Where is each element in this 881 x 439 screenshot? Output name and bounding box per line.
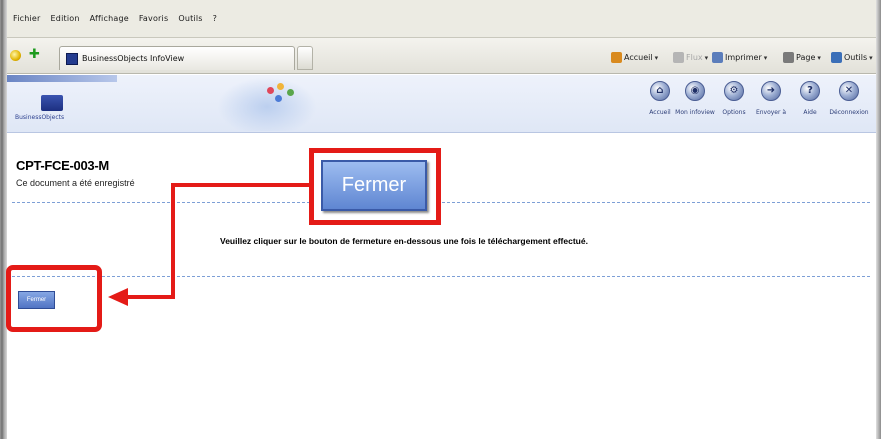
tab-title: BusinessObjects InfoView xyxy=(82,54,185,63)
home-icon: ⌂ xyxy=(650,81,670,101)
add-favorite-icon[interactable]: ✚ xyxy=(29,48,41,61)
browser-toolbar: ✚ BusinessObjects InfoView Accueil ▾ Flu… xyxy=(7,38,876,74)
print-command[interactable]: Imprimer ▾ xyxy=(712,52,767,63)
help-icon: ? xyxy=(800,81,820,101)
options-icon: ⚙ xyxy=(724,81,744,101)
header-my-infoview-button[interactable]: ◉ Mon infoview xyxy=(675,81,715,129)
menu-edition[interactable]: Edition xyxy=(51,14,80,23)
feeds-icon xyxy=(673,52,684,63)
home-command-label: Accueil xyxy=(624,53,653,62)
businessobjects-logo-text: BusinessObjects xyxy=(15,114,65,121)
print-icon xyxy=(712,52,723,63)
infoview-header: BusinessObjects ⌂ Accueil ◉ Mon infoview… xyxy=(7,75,876,133)
menu-outils[interactable]: Outils xyxy=(178,14,202,23)
window-right-border xyxy=(876,0,881,439)
header-home-button[interactable]: ⌂ Accueil xyxy=(640,81,680,129)
favorites-star-icon[interactable] xyxy=(10,50,21,61)
tools-icon xyxy=(831,52,842,63)
tools-command[interactable]: Outils ▾ xyxy=(831,52,873,63)
chevron-down-icon: ▾ xyxy=(763,53,768,62)
businessobjects-logo[interactable] xyxy=(41,95,63,111)
feeds-command-label: Flux xyxy=(686,53,703,62)
chevron-down-icon: ▾ xyxy=(654,53,659,62)
close-instruction-text: Veuillez cliquer sur le bouton de fermet… xyxy=(220,236,588,246)
tools-command-label: Outils xyxy=(844,53,868,62)
new-tab-button[interactable] xyxy=(297,46,313,70)
home-icon xyxy=(611,52,622,63)
header-send-to-button[interactable]: ➜ Envoyer à xyxy=(751,81,791,129)
home-command[interactable]: Accueil ▾ xyxy=(611,52,658,63)
globe-dots-decoration xyxy=(265,83,299,107)
header-accent-strip xyxy=(7,75,117,82)
chevron-down-icon: ▾ xyxy=(817,53,821,62)
businessobjects-favicon-icon xyxy=(66,52,78,65)
page-icon xyxy=(783,52,794,63)
divider-bottom xyxy=(12,276,870,277)
page-command-label: Page xyxy=(796,53,816,62)
chevron-down-icon: ▾ xyxy=(869,53,873,62)
header-send-to-label: Envoyer à xyxy=(755,109,787,116)
menu-fichier[interactable]: Fichier xyxy=(13,14,41,23)
header-help-button[interactable]: ? Aide xyxy=(790,81,830,129)
header-options-button[interactable]: ⚙ Options xyxy=(714,81,754,129)
saved-message: Ce document a été enregistré xyxy=(16,178,135,188)
feeds-command[interactable]: Flux ▾ xyxy=(673,52,708,63)
chevron-down-icon: ▾ xyxy=(704,53,709,62)
print-command-label: Imprimer xyxy=(725,53,762,62)
menu-help[interactable]: ? xyxy=(213,14,217,23)
menu-affichage[interactable]: Affichage xyxy=(90,14,129,23)
document-title: CPT-FCE-003-M xyxy=(16,158,109,173)
page-command[interactable]: Page ▾ xyxy=(783,52,821,63)
divider-top xyxy=(12,202,870,203)
menu-bar: Fichier Edition Affichage Favoris Outils… xyxy=(7,0,876,38)
close-button-highlight xyxy=(6,265,102,332)
browser-tab[interactable]: BusinessObjects InfoView xyxy=(59,46,295,70)
send-to-icon: ➜ xyxy=(761,81,781,101)
header-logout-button[interactable]: ✕ Déconnexion xyxy=(829,81,869,129)
close-button-zoomed: Fermer xyxy=(321,160,427,211)
my-infoview-icon: ◉ xyxy=(685,81,705,101)
header-home-label: Accueil xyxy=(649,109,671,116)
logout-icon: ✕ xyxy=(839,81,859,101)
header-options-label: Options xyxy=(722,109,746,116)
menu-favoris[interactable]: Favoris xyxy=(139,14,168,23)
header-help-label: Aide xyxy=(803,109,817,116)
header-my-infoview-label: Mon infoview xyxy=(675,109,715,116)
header-logout-label: Déconnexion xyxy=(829,109,869,116)
window-left-border xyxy=(0,0,7,439)
